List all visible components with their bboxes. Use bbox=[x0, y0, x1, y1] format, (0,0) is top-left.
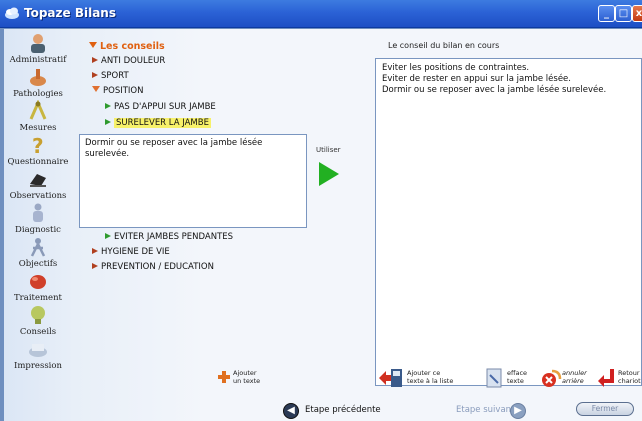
undo-icon bbox=[542, 369, 562, 387]
add-to-list-label: Ajouter ce bbox=[407, 369, 441, 377]
carriage-return-label: Retour bbox=[618, 369, 640, 377]
nav-conseils[interactable]: Conseils bbox=[4, 304, 72, 337]
app-window: Topaze Bilans _ □ x Administratif Pathol… bbox=[0, 0, 642, 421]
nav-impression[interactable]: Impression bbox=[4, 338, 72, 371]
nav-label: Observations bbox=[9, 191, 67, 201]
tree-root[interactable]: Les conseils bbox=[89, 41, 165, 52]
undo-label: annuler bbox=[562, 369, 587, 377]
advice-line: Dormir ou se reposer avec la jambe lésée… bbox=[382, 85, 607, 95]
nav-mesures[interactable]: Mesures bbox=[4, 100, 72, 133]
advice-line: Eviter les positions de contraintes. bbox=[382, 63, 530, 73]
tree-item-label: ANTI DOULEUR bbox=[101, 56, 166, 66]
tree-item-label: PREVENTION / EDUCATION bbox=[101, 262, 214, 272]
add-to-list-label: texte à la liste bbox=[407, 377, 454, 385]
observation-icon bbox=[30, 174, 46, 187]
tree-item-label: POSITION bbox=[103, 86, 144, 96]
minimize-button[interactable]: _ bbox=[598, 5, 615, 22]
nav-label: Administratif bbox=[9, 55, 67, 65]
tree-item-label: PAS D'APPUI SUR JAMBE bbox=[114, 102, 216, 112]
nav-diagnostic[interactable]: Diagnostic bbox=[4, 202, 72, 235]
collapsed-arrow-icon bbox=[92, 263, 98, 269]
measure-icon bbox=[29, 100, 47, 120]
nav-pathologies[interactable]: Pathologies bbox=[4, 66, 72, 99]
maximize-button[interactable]: □ bbox=[615, 5, 632, 22]
close-icon: x bbox=[635, 8, 642, 19]
leaf-arrow-icon bbox=[105, 119, 111, 125]
erase-label: efface bbox=[507, 369, 528, 377]
arrow-left-icon: ◀ bbox=[283, 403, 299, 419]
use-label: Utiliser bbox=[316, 146, 341, 154]
main-area: Administratif Pathologies Mesures ? Ques… bbox=[4, 29, 642, 421]
nav-administratif[interactable]: Administratif bbox=[4, 32, 72, 65]
add-text-label: un texte bbox=[233, 377, 261, 385]
nav-label: Mesures bbox=[19, 123, 57, 133]
nav-label: Impression bbox=[14, 361, 62, 371]
tree-root-label: Les conseils bbox=[100, 41, 165, 52]
plus-icon bbox=[218, 371, 230, 383]
window-title: Topaze Bilans bbox=[24, 6, 116, 20]
add-text-label: Ajouter bbox=[233, 369, 257, 377]
arrow-right-icon: ▶ bbox=[510, 403, 526, 419]
tree-item-label-selected: SURELEVER LA JAMBE bbox=[114, 118, 211, 128]
nav-label: Pathologies bbox=[13, 89, 63, 99]
undo-label: arrière bbox=[562, 377, 584, 385]
advice-icon bbox=[31, 306, 45, 324]
current-advice-textarea[interactable]: Eviter les positions de contraintes. Evi… bbox=[375, 58, 642, 386]
objectives-icon bbox=[30, 238, 46, 257]
advice-line: Eviter de rester en appui sur la jambe l… bbox=[382, 74, 571, 84]
nav-traitement[interactable]: Traitement bbox=[4, 270, 72, 303]
carriage-return-icon bbox=[598, 369, 614, 387]
expanded-arrow-icon bbox=[92, 86, 100, 92]
minimize-icon: _ bbox=[604, 8, 609, 19]
person-icon bbox=[31, 34, 45, 53]
collapsed-arrow-icon bbox=[92, 57, 98, 63]
tree-item-anti-douleur[interactable]: ANTI DOULEUR bbox=[92, 56, 165, 66]
tree-item-surelever[interactable]: SURELEVER LA JAMBE bbox=[105, 118, 211, 128]
print-icon bbox=[29, 344, 47, 357]
question-icon: ? bbox=[32, 134, 44, 156]
maximize-icon: □ bbox=[618, 8, 629, 19]
tree-item-sport[interactable]: SPORT bbox=[92, 71, 129, 81]
leaf-arrow-icon bbox=[105, 233, 111, 239]
nav-questionnaire[interactable]: ? Questionnaire bbox=[4, 134, 72, 167]
current-advice-label: Le conseil du bilan en cours bbox=[388, 41, 500, 50]
carriage-return-label: chariot bbox=[618, 377, 641, 385]
collapsed-arrow-icon bbox=[92, 72, 98, 78]
title-bar: Topaze Bilans _ □ x bbox=[0, 0, 642, 28]
treatment-icon bbox=[30, 275, 46, 289]
nav-label: Questionnaire bbox=[7, 157, 69, 167]
diagnostic-icon bbox=[33, 203, 43, 222]
expand-icon bbox=[89, 42, 97, 48]
svg-text:?: ? bbox=[32, 134, 44, 156]
add-to-list-icon bbox=[379, 369, 402, 387]
nav-label: Objectifs bbox=[18, 259, 58, 269]
tree-item-eviter-jambes[interactable]: EVITER JAMBES PENDANTES bbox=[105, 232, 233, 242]
close-button[interactable]: Fermer bbox=[576, 402, 634, 416]
tree-item-label: EVITER JAMBES PENDANTES bbox=[114, 232, 234, 242]
tree-item-label: SPORT bbox=[101, 71, 129, 81]
tree-item-hygiene[interactable]: HYGIENE DE VIE bbox=[92, 247, 170, 257]
nav-objectifs[interactable]: Objectifs bbox=[4, 236, 72, 269]
erase-icon bbox=[486, 368, 502, 388]
nav-observations[interactable]: Observations bbox=[4, 168, 72, 201]
nav-label: Diagnostic bbox=[15, 225, 61, 235]
leaf-arrow-icon bbox=[105, 103, 111, 109]
tree-item-prevention[interactable]: PREVENTION / EDUCATION bbox=[92, 262, 214, 272]
tree-item-position[interactable]: POSITION bbox=[92, 86, 143, 96]
nav-label: Traitement bbox=[14, 293, 62, 303]
tree-item-pas-dappui[interactable]: PAS D'APPUI SUR JAMBE bbox=[105, 102, 216, 112]
nav-label: Conseils bbox=[19, 327, 57, 337]
app-icon bbox=[5, 7, 19, 19]
close-window-button[interactable]: x bbox=[632, 5, 642, 22]
previous-step-label: Etape précédente bbox=[305, 405, 381, 415]
tree-item-label: HYGIENE DE VIE bbox=[101, 247, 170, 257]
pathology-icon bbox=[30, 69, 46, 86]
preview-text: Dormir ou se reposer avec la jambe lésée… bbox=[85, 138, 263, 159]
collapsed-arrow-icon bbox=[92, 248, 98, 254]
erase-label: texte bbox=[507, 377, 524, 385]
advice-preview: Dormir ou se reposer avec la jambe lésée… bbox=[79, 134, 307, 228]
use-arrow-button[interactable] bbox=[319, 162, 339, 186]
